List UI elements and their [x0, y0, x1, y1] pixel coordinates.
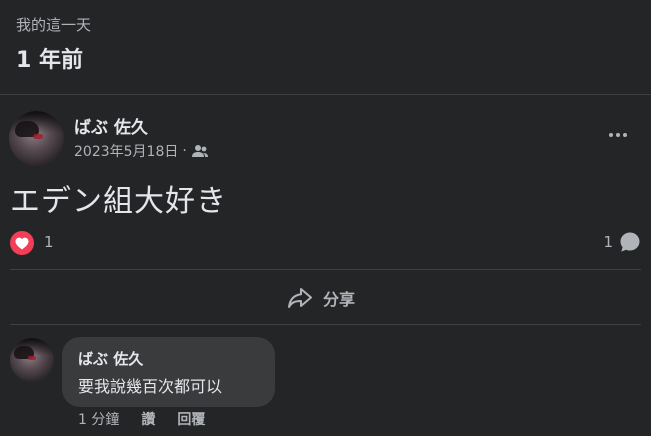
post-text: エデン組大好き	[10, 184, 227, 219]
more-dot-icon	[616, 133, 620, 137]
comment-author-name[interactable]: ばぶ 佐久	[78, 348, 143, 369]
comment-author-avatar[interactable]	[10, 338, 54, 382]
avatar-eye	[33, 134, 43, 139]
post-meta: 2023年5月18日 ·	[74, 141, 209, 161]
comment-text: 要我說幾百次都可以	[78, 377, 223, 396]
comment-bubble: ばぶ 佐久 要我說幾百次都可以	[62, 337, 275, 407]
memory-label: 我的這一天	[16, 16, 92, 34]
love-reaction-icon[interactable]	[10, 231, 34, 255]
meta-separator: ·	[182, 143, 187, 159]
post-author-name[interactable]: ばぶ 佐久	[74, 113, 148, 138]
share-button[interactable]: 分享	[287, 285, 355, 311]
comment-like-button[interactable]: 讚	[141, 409, 155, 429]
more-dot-icon	[609, 133, 613, 137]
memory-header: 我的這一天 1 年前	[0, 0, 651, 95]
more-dot-icon	[623, 133, 627, 137]
comment-count[interactable]: 1	[603, 233, 613, 251]
avatar-eye	[28, 356, 36, 360]
comment-time[interactable]: 1 分鐘	[78, 409, 119, 429]
memory-post-page: 我的這一天 1 年前 ばぶ 佐久 2023年5月18日 · エデン組大好き 1 …	[0, 0, 651, 436]
reaction-row: 1 1	[10, 230, 641, 256]
post-date[interactable]: 2023年5月18日	[74, 141, 178, 161]
share-label: 分享	[323, 290, 356, 309]
comment-bubble-icon[interactable]	[619, 231, 641, 253]
reaction-count[interactable]: 1	[44, 233, 54, 251]
post-author-avatar[interactable]	[9, 111, 64, 166]
memory-time-ago: 1 年前	[16, 48, 83, 73]
header-divider	[0, 94, 651, 95]
share-icon	[287, 287, 313, 309]
comment-reply-button[interactable]: 回覆	[177, 409, 205, 429]
actions-divider-top	[10, 269, 641, 270]
comment-actions: 1 分鐘 讚 回覆	[78, 409, 205, 429]
actions-divider-bottom	[10, 324, 641, 325]
more-options-button[interactable]	[604, 127, 632, 143]
friends-icon[interactable]	[191, 144, 209, 158]
